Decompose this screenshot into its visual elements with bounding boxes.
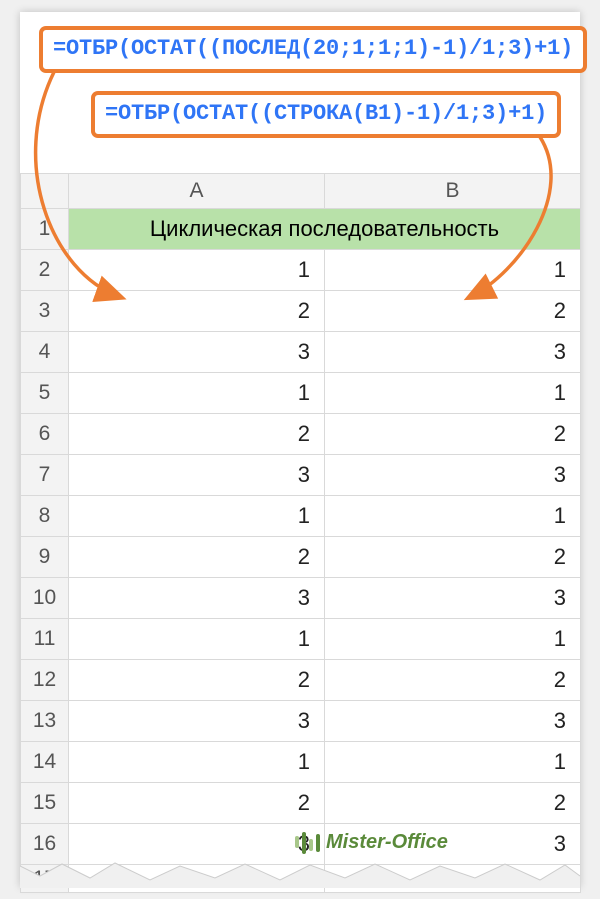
table-row: 322	[21, 291, 581, 332]
table-row: 1522	[21, 783, 581, 824]
cell-a[interactable]: 2	[69, 660, 325, 701]
row-header[interactable]: 9	[21, 537, 69, 578]
cell-a[interactable]: 2	[69, 291, 325, 332]
cell-b[interactable]: 3	[325, 701, 581, 742]
table-row: 433	[21, 332, 581, 373]
row-header[interactable]: 4	[21, 332, 69, 373]
table-row: 733	[21, 455, 581, 496]
cell-a[interactable]: 1	[69, 496, 325, 537]
table-title: Циклическая последовательность	[150, 216, 499, 241]
table-row: 511	[21, 373, 581, 414]
table-row: 622	[21, 414, 581, 455]
row-header[interactable]: 7	[21, 455, 69, 496]
cell-a[interactable]: 3	[69, 332, 325, 373]
row-header[interactable]: 12	[21, 660, 69, 701]
table-row: 1033	[21, 578, 581, 619]
table-row: 1111	[21, 619, 581, 660]
corner-cell[interactable]	[21, 174, 69, 209]
row-header[interactable]: 5	[21, 373, 69, 414]
col-header-a-label: A	[189, 179, 203, 202]
row-header[interactable]: 8	[21, 496, 69, 537]
table-title-cell[interactable]: Циклическая последовательность	[69, 209, 581, 250]
table-row: 211	[21, 250, 581, 291]
cell-b[interactable]: 1	[325, 496, 581, 537]
cell-a[interactable]: 2	[69, 414, 325, 455]
row-header[interactable]: 10	[21, 578, 69, 619]
title-row: 1 Циклическая последовательность	[21, 209, 581, 250]
cell-a[interactable]: 3	[69, 578, 325, 619]
cell-b[interactable]: 1	[325, 250, 581, 291]
cell-b[interactable]: 3	[325, 455, 581, 496]
cell-b[interactable]: 2	[325, 660, 581, 701]
col-header-b-label: B	[445, 179, 459, 202]
cell-b[interactable]: 2	[325, 291, 581, 332]
formula-callout-1: =ОТБР(ОСТАТ((ПОСЛЕД(20;1;1;1)-1)/1;3)+1)	[40, 27, 586, 72]
torn-edge	[20, 858, 580, 888]
cell-a[interactable]: 2	[69, 783, 325, 824]
cell-a[interactable]: 1	[69, 742, 325, 783]
row-header[interactable]: 3	[21, 291, 69, 332]
formula-text-2: =ОТБР(ОСТАТ((СТРОКА(B1)-1)/1;3)+1)	[105, 101, 547, 126]
col-header-b[interactable]: B	[325, 174, 581, 209]
page: =ОТБР(ОСТАТ((ПОСЛЕД(20;1;1;1)-1)/1;3)+1)…	[20, 12, 580, 887]
grid: A B 1 Циклическая последовательность 211…	[20, 173, 581, 893]
cell-a[interactable]: 1	[69, 250, 325, 291]
cell-b[interactable]: 1	[325, 742, 581, 783]
col-header-a[interactable]: A	[69, 174, 325, 209]
cell-b[interactable]: 1	[325, 373, 581, 414]
cell-a[interactable]: 1	[69, 619, 325, 660]
table-row: 1333	[21, 701, 581, 742]
row-header[interactable]: 15	[21, 783, 69, 824]
cell-b[interactable]: 3	[325, 332, 581, 373]
row-header[interactable]: 1	[21, 209, 69, 250]
cell-b[interactable]: 2	[325, 414, 581, 455]
cell-a[interactable]: 1	[69, 373, 325, 414]
row-header[interactable]: 2	[21, 250, 69, 291]
cell-a[interactable]: 2	[69, 537, 325, 578]
cell-b[interactable]: 3	[325, 578, 581, 619]
table-row: 811	[21, 496, 581, 537]
cell-b[interactable]: 2	[325, 783, 581, 824]
cell-b[interactable]: 1	[325, 619, 581, 660]
row-header[interactable]: 11	[21, 619, 69, 660]
table-row: 922	[21, 537, 581, 578]
row-header[interactable]: 6	[21, 414, 69, 455]
row-header[interactable]: 13	[21, 701, 69, 742]
table-row: 1411	[21, 742, 581, 783]
cell-a[interactable]: 3	[69, 701, 325, 742]
formula-text-1: =ОТБР(ОСТАТ((ПОСЛЕД(20;1;1;1)-1)/1;3)+1)	[53, 36, 573, 61]
formula-callout-2: =ОТБР(ОСТАТ((СТРОКА(B1)-1)/1;3)+1)	[92, 92, 560, 137]
spreadsheet: A B 1 Циклическая последовательность 211…	[20, 173, 580, 893]
cell-b[interactable]: 2	[325, 537, 581, 578]
cell-a[interactable]: 3	[69, 455, 325, 496]
column-headers-row: A B	[21, 174, 581, 209]
table-row: 1222	[21, 660, 581, 701]
row-header[interactable]: 14	[21, 742, 69, 783]
